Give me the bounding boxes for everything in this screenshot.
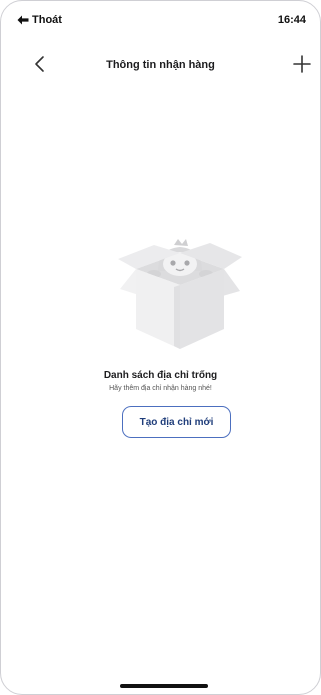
back-to-app-label: Thoát [32, 14, 62, 26]
back-arrow-icon [17, 15, 29, 25]
nav-header: Thông tin nhận hàng [1, 47, 320, 81]
plus-icon[interactable] [291, 53, 313, 75]
page-title: Thông tin nhận hàng [106, 59, 215, 71]
status-time: 16:44 [277, 14, 306, 26]
phone-screen: Thoát 16:44 Thông tin nhận hàng Danh sác… [0, 0, 321, 695]
empty-state-subtitle: Hãy thêm địa chỉ nhận hàng nhé! [109, 385, 212, 392]
empty-state-title: Danh sách địa chỉ trống [103, 370, 218, 381]
empty-box-illustration [118, 239, 242, 349]
home-indicator[interactable] [120, 684, 208, 688]
back-to-app-link[interactable]: Thoát [17, 14, 62, 26]
status-bar: Thoát 16:44 [1, 1, 320, 31]
create-address-button[interactable]: Tạo địa chỉ mới [122, 406, 231, 438]
